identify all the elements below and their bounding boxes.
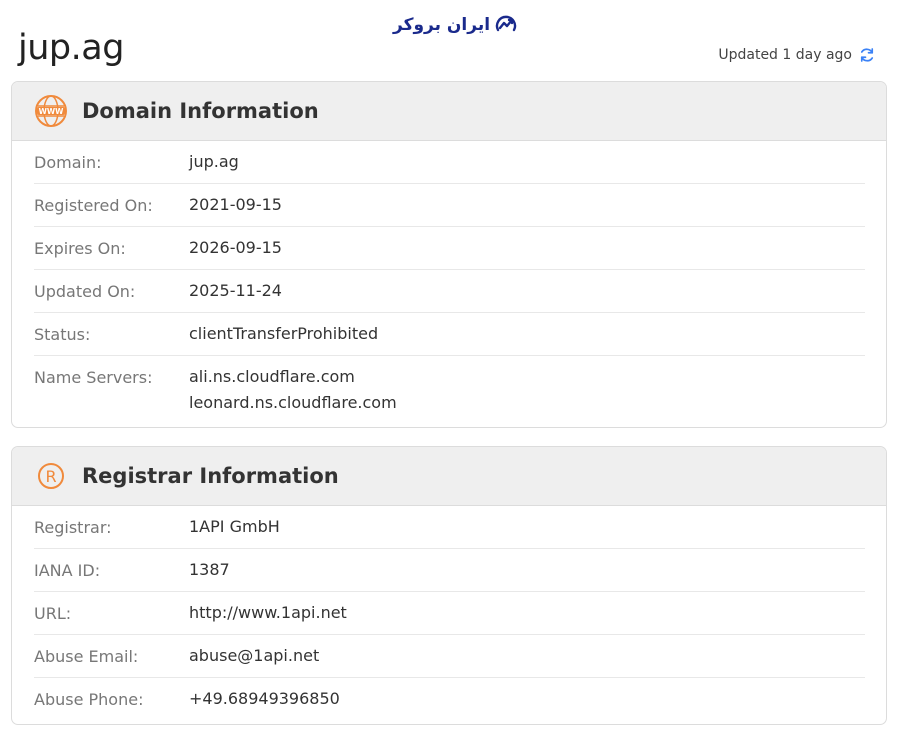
- registrar-information-title: Registrar Information: [82, 464, 339, 488]
- row-registrar: Registrar: 1API GmbH: [34, 506, 865, 549]
- row-value: clientTransferProhibited: [189, 324, 379, 343]
- row-value: jup.ag: [189, 152, 239, 171]
- row-abuse-email: Abuse Email: abuse@1api.net: [34, 635, 865, 678]
- row-value: +49.68949396850: [189, 689, 340, 708]
- registrar-information-rows: Registrar: 1API GmbH IANA ID: 1387 URL: …: [12, 506, 886, 721]
- row-label: Status:: [34, 325, 91, 344]
- row-label: Registrar:: [34, 518, 112, 537]
- row-domain: Domain: jup.ag: [34, 141, 865, 184]
- domain-information-header: WWW Domain Information: [12, 82, 886, 141]
- domain-information-title: Domain Information: [82, 99, 319, 123]
- domain-information-rows: Domain: jup.ag Registered On: 2021-09-15…: [12, 141, 886, 422]
- row-abuse-phone: Abuse Phone: +49.68949396850: [34, 678, 865, 721]
- registered-icon: R: [38, 463, 64, 489]
- row-url: URL: http://www.1api.net: [34, 592, 865, 635]
- www-globe-icon: WWW: [35, 95, 67, 127]
- row-registered-on: Registered On: 2021-09-15: [34, 184, 865, 227]
- updated-status: Updated 1 day ago: [718, 46, 876, 64]
- row-label: Registered On:: [34, 196, 153, 215]
- row-label: IANA ID:: [34, 561, 101, 580]
- svg-text:WWW: WWW: [39, 107, 65, 116]
- brand-name: ایران بروکر: [393, 15, 491, 35]
- svg-text:R: R: [45, 467, 56, 486]
- row-label: Domain:: [34, 153, 102, 172]
- row-status: Status: clientTransferProhibited: [34, 313, 865, 356]
- registrar-information-header: R Registrar Information: [12, 447, 886, 506]
- domain-information-card: WWW Domain Information Domain: jup.ag Re…: [11, 81, 887, 428]
- name-server-1: ali.ns.cloudflare.com: [189, 367, 355, 386]
- row-value: ali.ns.cloudflare.com leonard.ns.cloudfl…: [189, 364, 397, 416]
- row-label: Name Servers:: [34, 368, 153, 387]
- brand-chart-icon: [495, 15, 517, 32]
- row-iana-id: IANA ID: 1387: [34, 549, 865, 592]
- row-label: Updated On:: [34, 282, 136, 301]
- row-value: 1API GmbH: [189, 517, 280, 536]
- row-value: 2021-09-15: [189, 195, 282, 214]
- row-value: 1387: [189, 560, 230, 579]
- row-label: Expires On:: [34, 239, 126, 258]
- brand-logo[interactable]: ایران بروکر: [393, 13, 518, 37]
- row-label: Abuse Email:: [34, 647, 139, 666]
- row-expires-on: Expires On: 2026-09-15: [34, 227, 865, 270]
- row-value: abuse@1api.net: [189, 646, 320, 665]
- row-label: Abuse Phone:: [34, 690, 144, 709]
- updated-text: Updated 1 day ago: [718, 47, 852, 63]
- refresh-icon[interactable]: [858, 46, 876, 64]
- row-label: URL:: [34, 604, 72, 623]
- row-updated-on: Updated On: 2025-11-24: [34, 270, 865, 313]
- name-server-2: leonard.ns.cloudflare.com: [189, 393, 397, 412]
- registrar-information-card: R Registrar Information Registrar: 1API …: [11, 446, 887, 725]
- row-value: 2025-11-24: [189, 281, 282, 300]
- page-title: jup.ag: [18, 28, 124, 68]
- row-name-servers: Name Servers: ali.ns.cloudflare.com leon…: [34, 356, 865, 422]
- row-value: http://www.1api.net: [189, 603, 347, 622]
- row-value: 2026-09-15: [189, 238, 282, 257]
